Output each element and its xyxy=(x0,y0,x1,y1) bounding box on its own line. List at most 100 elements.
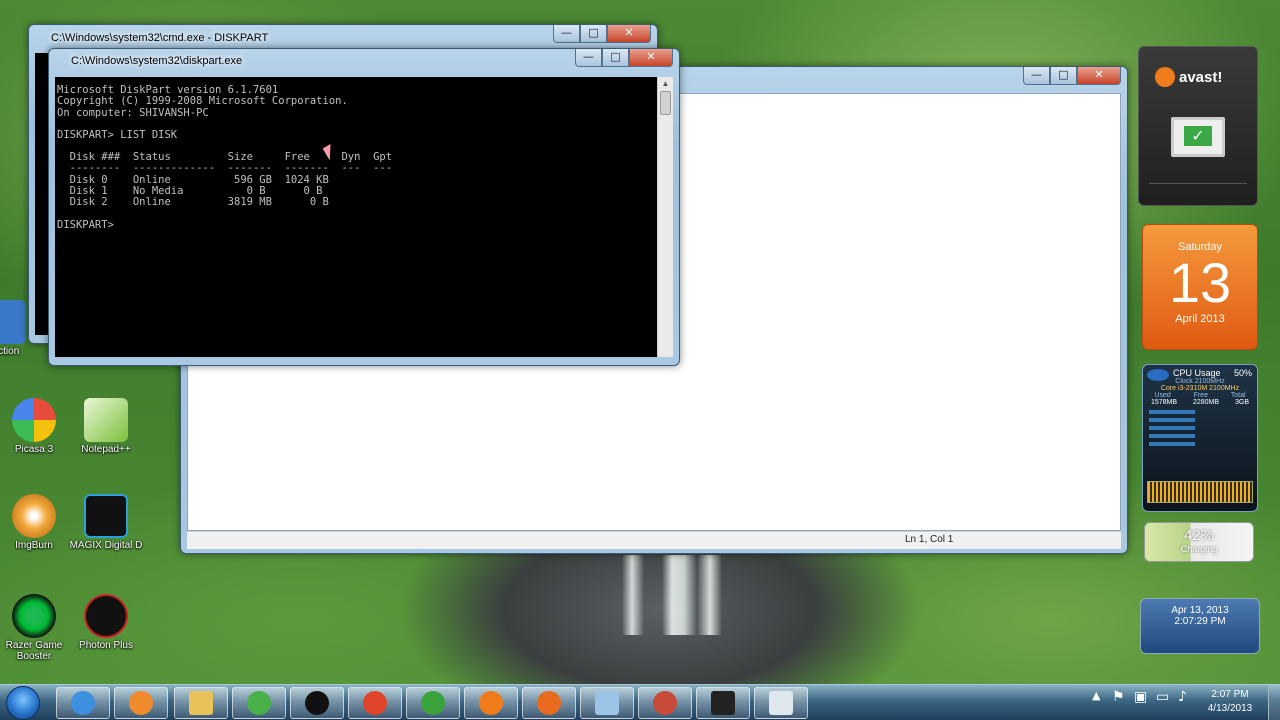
minimize-button[interactable]: — xyxy=(575,49,602,67)
volume-icon[interactable]: ♪ xyxy=(1178,689,1187,705)
firefox-icon xyxy=(537,691,561,715)
console-line: On computer: SHIVANSH-PC xyxy=(57,106,209,119)
notepad-status-bar: Ln 1, Col 1 xyxy=(187,531,1121,549)
cmd-title-buttons: — □ ✕ xyxy=(553,25,651,43)
taskbar-button-utorrent[interactable] xyxy=(406,687,460,719)
desktop-icon-label: MAGIX Digital D xyxy=(69,540,143,551)
ram-header-total: Total xyxy=(1230,392,1246,399)
start-button[interactable] xyxy=(6,686,40,720)
desktop-icon-photon[interactable]: Photon Plus xyxy=(68,594,144,651)
taskbar-button-paint[interactable] xyxy=(638,687,692,719)
clock-time: 2:07:29 PM xyxy=(1174,616,1226,627)
console-scrollbar[interactable]: ▲ xyxy=(657,77,673,357)
cpu-history-graph xyxy=(1147,481,1253,503)
taskbar-button-globe[interactable] xyxy=(232,687,286,719)
media-player-icon xyxy=(129,691,153,715)
taskbar-button-avast[interactable] xyxy=(464,687,518,719)
notepad-icon xyxy=(769,691,793,715)
calendar-gadget[interactable]: Saturday 13 April 2013 xyxy=(1142,224,1258,350)
console-line: Copyright (C) 1999-2008 Microsoft Corpor… xyxy=(57,95,348,108)
utorrent-icon xyxy=(421,691,445,715)
taskbar-button-window[interactable] xyxy=(580,687,634,719)
imgburn-icon xyxy=(12,494,56,538)
taskbar-button-photon[interactable] xyxy=(290,687,344,719)
ie-icon xyxy=(71,691,95,715)
desktop-icon-label: Diction xyxy=(0,346,20,357)
taskbar-button-notepad[interactable] xyxy=(754,687,808,719)
chrome-icon xyxy=(363,691,387,715)
battery-gadget[interactable]: 42% Charging xyxy=(1144,522,1254,562)
desktop-icon-label: Photon Plus xyxy=(79,640,133,651)
ram-headers: Used Free Total xyxy=(1143,392,1257,399)
ram-free: 2280MB xyxy=(1192,399,1220,406)
desktop-icon-razer[interactable]: Razer Game Booster xyxy=(0,594,72,662)
avast-toolbar-icons[interactable] xyxy=(1149,183,1247,195)
flag-icon[interactable]: ⚑ xyxy=(1112,689,1125,705)
diskpart-console[interactable]: Microsoft DiskPart version 6.1.7601 Copyr… xyxy=(55,77,657,357)
desktop-icon-label: Razer Game Booster xyxy=(5,640,63,662)
tray-date: 4/13/2013 xyxy=(1207,703,1253,714)
minimize-button[interactable]: — xyxy=(1023,67,1050,85)
tray-clock[interactable]: 2:07 PM 4/13/2013 xyxy=(1200,688,1260,716)
close-button[interactable]: ✕ xyxy=(1077,67,1121,85)
avast-brand: avast! xyxy=(1179,69,1223,86)
diskpart-window[interactable]: C:\Windows\system32\diskpart.exe — □ ✕ M… xyxy=(48,48,680,366)
close-button[interactable]: ✕ xyxy=(629,49,673,67)
cmd-window-title: C:\Windows\system32\cmd.exe - DISKPART xyxy=(51,32,269,44)
desktop-icon-picasa[interactable]: Picasa 3 xyxy=(0,398,72,455)
avast-gadget[interactable]: avast! ✓ xyxy=(1138,46,1258,206)
desktop-icon-notepadpp[interactable]: Notepad++ xyxy=(68,398,144,455)
picasa-icon xyxy=(12,398,56,442)
magix-icon xyxy=(84,494,128,538)
notepadpp-icon xyxy=(84,398,128,442)
battery-tray-icon[interactable]: ▭ xyxy=(1156,689,1169,705)
protected-laptop-icon: ✓ xyxy=(1171,117,1225,157)
cpu-model: Core i3-2310M 2100MHz xyxy=(1160,385,1240,392)
cpu-usage-gadget[interactable]: CPU Usage 50% Clock 2100MHz Core i3-2310… xyxy=(1142,364,1258,512)
desktop-icon-magix[interactable]: MAGIX Digital D xyxy=(68,494,144,551)
calendar-day: 13 xyxy=(1168,251,1232,314)
cpu-title: CPU Usage xyxy=(1173,368,1221,378)
maximize-button[interactable]: □ xyxy=(580,25,607,43)
scroll-up-arrow-icon[interactable]: ▲ xyxy=(658,77,673,91)
show-desktop-button[interactable] xyxy=(1268,685,1280,720)
console-line: DISKPART> xyxy=(57,218,121,231)
console-line: Disk 2 Online 3819 MB 0 B xyxy=(57,196,329,209)
minimize-button[interactable]: — xyxy=(553,25,580,43)
cpu-usage-value: 50% xyxy=(1233,368,1252,378)
paint-icon xyxy=(653,691,677,715)
taskbar-button-ie[interactable] xyxy=(56,687,110,719)
clock-gadget[interactable]: Apr 13, 2013 2:07:29 PM xyxy=(1140,598,1260,654)
desktop-icon-label: Notepad++ xyxy=(81,444,131,455)
console-line: DISKPART> LIST DISK xyxy=(57,128,178,141)
taskbar-button-explorer[interactable] xyxy=(174,687,228,719)
intel-logo-icon xyxy=(1147,369,1169,381)
cpu-core-bars xyxy=(1149,410,1195,450)
battery-status: Charging xyxy=(1180,544,1218,554)
network-icon[interactable]: ▣ xyxy=(1134,689,1147,705)
close-button[interactable]: ✕ xyxy=(607,25,651,43)
scroll-thumb[interactable] xyxy=(660,91,671,115)
diskpart-title-buttons: — □ ✕ xyxy=(575,49,673,67)
show-hidden-icons-icon[interactable]: ▲ xyxy=(1092,689,1100,702)
diskpart-window-title: C:\Windows\system32\diskpart.exe xyxy=(71,55,243,67)
avast-logo-icon xyxy=(1155,67,1175,87)
taskbar-button-firefox[interactable] xyxy=(522,687,576,719)
ram-total: 3GB xyxy=(1235,399,1250,406)
window-icon xyxy=(595,691,619,715)
ram-values: 1578MB 2280MB 3GB xyxy=(1143,399,1257,406)
ram-used: 1578MB xyxy=(1150,399,1178,406)
maximize-button[interactable]: □ xyxy=(1050,67,1077,85)
desktop-icon-label: ImgBurn xyxy=(15,540,53,551)
taskbar-button-cmd[interactable] xyxy=(696,687,750,719)
maximize-button[interactable]: □ xyxy=(602,49,629,67)
explorer-icon xyxy=(189,691,213,715)
globe-icon xyxy=(247,691,271,715)
taskbar-button-chrome[interactable] xyxy=(348,687,402,719)
desktop-icon-imgburn[interactable]: ImgBurn xyxy=(0,494,72,551)
ram-header-free: Free xyxy=(1193,392,1208,399)
cursor-position: Ln 1, Col 1 xyxy=(905,534,954,545)
taskbar-button-media-player[interactable] xyxy=(114,687,168,719)
desktop-icon-label: Picasa 3 xyxy=(14,444,54,455)
